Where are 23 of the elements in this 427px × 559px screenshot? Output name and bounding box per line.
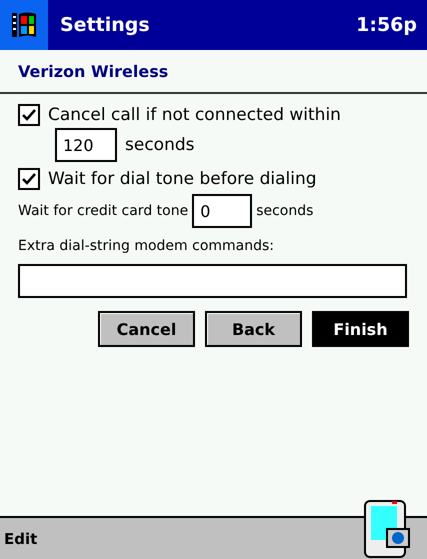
- timeout-field[interactable]: 120: [55, 128, 117, 162]
- wizard-button[interactable]: Back: [205, 311, 302, 347]
- checkbox-label: Cancel call if not connected within: [48, 105, 341, 125]
- clock[interactable]: 1:56p: [356, 14, 427, 36]
- unit-label: seconds: [256, 203, 314, 219]
- finish-button[interactable]: Finish: [312, 311, 409, 347]
- window-title: Settings: [59, 14, 151, 36]
- unit-label: seconds: [125, 135, 194, 155]
- keyboard-icon[interactable]: [363, 499, 411, 559]
- menu-item[interactable]: Edit: [4, 530, 38, 548]
- field-label: Wait for credit card tone: [18, 203, 188, 219]
- start-button[interactable]: [0, 0, 48, 50]
- checkmark-icon: [22, 173, 36, 185]
- modem-commands-field[interactable]: [18, 264, 407, 298]
- page-title: Verizon Wireless: [18, 62, 168, 80]
- field-label: Extra dial-string modem commands:: [18, 238, 274, 254]
- checkbox[interactable]: [18, 168, 40, 190]
- checkmark-icon: [22, 109, 36, 121]
- checkbox[interactable]: [18, 104, 40, 126]
- credit-tone-field[interactable]: 0: [192, 194, 252, 228]
- wizard-button[interactable]: Cancel: [98, 311, 195, 347]
- windows-flag-icon: [10, 10, 38, 40]
- checkbox-label: Wait for dial tone before dialing: [48, 169, 317, 189]
